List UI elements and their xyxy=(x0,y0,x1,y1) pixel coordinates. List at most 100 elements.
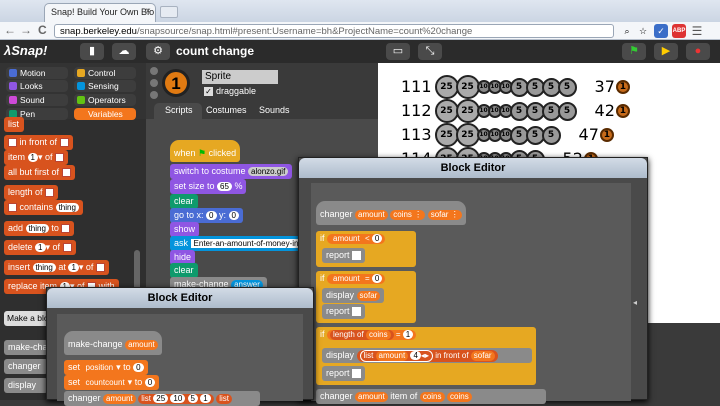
switch-costume-block[interactable]: switch to costume alonzo.gif xyxy=(170,164,293,179)
param-amount[interactable]: amount xyxy=(375,351,409,361)
length-of-reporter[interactable]: length of coins xyxy=(330,330,394,340)
snap-logo[interactable]: λSnap! xyxy=(4,43,47,58)
param-amount[interactable]: amount xyxy=(103,394,136,404)
empty-slot[interactable] xyxy=(352,307,362,317)
show-block[interactable]: show xyxy=(170,222,200,237)
set-var-block[interactable]: set position ▾ to 0 xyxy=(64,360,148,375)
display-block[interactable]: display list amount 4 ◂▸ in front of sofa… xyxy=(322,348,532,363)
new-tab-button[interactable] xyxy=(160,6,178,18)
clear-block[interactable]: clear xyxy=(170,263,198,278)
report-block[interactable]: report xyxy=(322,248,366,263)
category-sensing[interactable]: Sensing xyxy=(74,80,136,92)
contains-slot[interactable]: thing xyxy=(55,203,79,213)
empty-slot[interactable] xyxy=(352,251,362,261)
forward-icon[interactable]: → xyxy=(20,23,32,37)
palette-insert-block[interactable]: insert thing at 1 ▾ of xyxy=(4,260,109,275)
add-slot[interactable]: thing xyxy=(25,224,49,234)
back-icon[interactable]: ← xyxy=(4,23,16,37)
delete-slot[interactable]: 1 xyxy=(35,243,46,253)
ask-slot[interactable]: Enter-an-amount-of-money-in-ce xyxy=(190,239,313,249)
category-motion[interactable]: Motion xyxy=(6,67,68,79)
palette-add-block[interactable]: add thing to xyxy=(4,221,75,236)
param-amount[interactable]: amount xyxy=(355,392,388,402)
reload-icon[interactable]: C xyxy=(38,23,47,37)
adblock-icon[interactable]: ABP xyxy=(672,24,686,38)
param-amount[interactable]: amount xyxy=(330,234,363,244)
param-amount[interactable]: amount xyxy=(330,274,363,284)
list-reporter[interactable]: list xyxy=(216,394,232,404)
palette-in-front-of-block[interactable]: in front of xyxy=(4,135,73,150)
stop-icon[interactable]: ● xyxy=(686,43,710,60)
tab-close-icon[interactable]: × xyxy=(145,6,151,17)
param-amount[interactable]: amount xyxy=(125,340,158,350)
file-icon[interactable]: ▮ xyxy=(80,43,104,60)
set-var-block[interactable]: set countcount ▾ to 0 xyxy=(64,375,160,390)
num-slot[interactable]: 25 xyxy=(153,394,169,404)
report-block[interactable]: report xyxy=(322,304,366,319)
sprite-name-field[interactable]: Sprite xyxy=(202,70,278,84)
make-change-hat-block[interactable]: make-change amount xyxy=(64,331,162,355)
param-amount[interactable]: amount xyxy=(355,210,388,220)
palette-delete-block[interactable]: delete 1 ▾ of xyxy=(4,240,76,255)
bookmark-star-icon[interactable]: ☆ xyxy=(636,24,650,38)
stage-size-icon[interactable]: ▭ xyxy=(386,43,410,60)
in-front-of-reporter[interactable]: list amount 4 ◂▸ in front of sofar xyxy=(356,350,498,362)
palette-list-block[interactable]: list xyxy=(4,117,24,132)
browser-tab[interactable]: Snap! Build Your Own Blo × xyxy=(44,3,156,22)
size-slot[interactable]: 65 xyxy=(217,182,232,192)
palette-item-block[interactable]: item 1 ▾ of xyxy=(4,150,69,165)
palette-contains-block[interactable]: contains thing xyxy=(4,200,83,215)
category-variables[interactable]: Variables xyxy=(74,108,136,120)
category-operators[interactable]: Operators xyxy=(74,94,136,106)
param-coins[interactable]: coins ⋮ xyxy=(390,210,426,220)
tab-sounds[interactable]: Sounds xyxy=(259,105,290,115)
param-sofar[interactable]: sofar xyxy=(470,351,495,361)
tab-costumes[interactable]: Costumes xyxy=(206,105,247,115)
rotation-style-icons[interactable] xyxy=(150,67,160,99)
list-reporter[interactable]: list amount 4 ◂▸ xyxy=(359,350,433,362)
category-sound[interactable]: Sound xyxy=(6,94,68,106)
empty-slot[interactable] xyxy=(352,369,362,379)
costume-slot[interactable]: alonzo.gif xyxy=(248,167,289,177)
when-flag-clicked-hat[interactable]: when ⚑ clicked xyxy=(170,140,241,162)
y-slot[interactable]: 0 xyxy=(228,211,239,221)
changer-call-block[interactable]: changer amount list 25 10 5 1 list xyxy=(64,391,260,406)
cloud-icon[interactable]: ☁ xyxy=(112,43,136,60)
insert-num-slot[interactable]: 1 xyxy=(68,263,79,273)
ask-block[interactable]: ask Enter-an-amount-of-money-in-ce xyxy=(170,236,317,251)
settings-icon[interactable]: ⚙ xyxy=(146,43,170,60)
param-coins[interactable]: coins xyxy=(419,392,445,402)
changer-hat-block[interactable]: changer amount coins ⋮ sofar ⋮ xyxy=(316,201,466,225)
green-flag-icon[interactable]: ⚑ xyxy=(622,43,646,60)
tab-scripts[interactable]: Scripts xyxy=(165,105,193,115)
value-slot[interactable]: 0 xyxy=(144,378,156,388)
param-sofar[interactable]: sofar ⋮ xyxy=(427,210,462,220)
num-slot[interactable]: 10 xyxy=(170,394,186,404)
num-slot[interactable]: 4 xyxy=(410,351,421,361)
num-slot[interactable]: 1 xyxy=(200,394,211,404)
palette-custom-block[interactable]: display xyxy=(4,378,48,393)
num-slot[interactable]: 1 xyxy=(402,330,414,340)
list-reporter[interactable]: list 25 10 5 1 xyxy=(138,394,214,404)
search-icon[interactable]: ⌕ xyxy=(620,24,634,38)
lt-predicate[interactable]: amount < 0 xyxy=(327,234,386,244)
num-slot[interactable]: 0 xyxy=(371,274,383,284)
changer-call-block[interactable]: changer amount item of coins coins xyxy=(316,389,546,404)
var-dropdown[interactable]: position xyxy=(82,363,117,373)
eq-predicate[interactable]: amount = 0 xyxy=(327,274,386,284)
value-slot[interactable]: 0 xyxy=(133,363,144,373)
extension-icon[interactable]: ✓ xyxy=(654,24,668,38)
palette-all-but-first-block[interactable]: all but first of xyxy=(4,165,75,180)
x-slot[interactable]: 0 xyxy=(206,211,217,221)
clear-block[interactable]: clear xyxy=(170,194,198,209)
eq-predicate[interactable]: length of coins = 1 xyxy=(327,330,417,340)
menu-icon[interactable]: ☰ xyxy=(690,24,704,38)
draggable-checkbox[interactable]: ✓ xyxy=(204,87,213,96)
palette-length-of-block[interactable]: length of xyxy=(4,185,59,200)
address-bar[interactable]: snap.berkeley.edu/snapsource/snap.html#p… xyxy=(54,24,614,38)
category-looks[interactable]: Looks xyxy=(6,80,68,92)
pause-icon[interactable]: ▶ xyxy=(654,43,678,60)
report-block[interactable]: report xyxy=(322,366,366,381)
num-slot[interactable]: 0 xyxy=(371,234,383,244)
var-dropdown[interactable]: countcount xyxy=(82,378,128,388)
